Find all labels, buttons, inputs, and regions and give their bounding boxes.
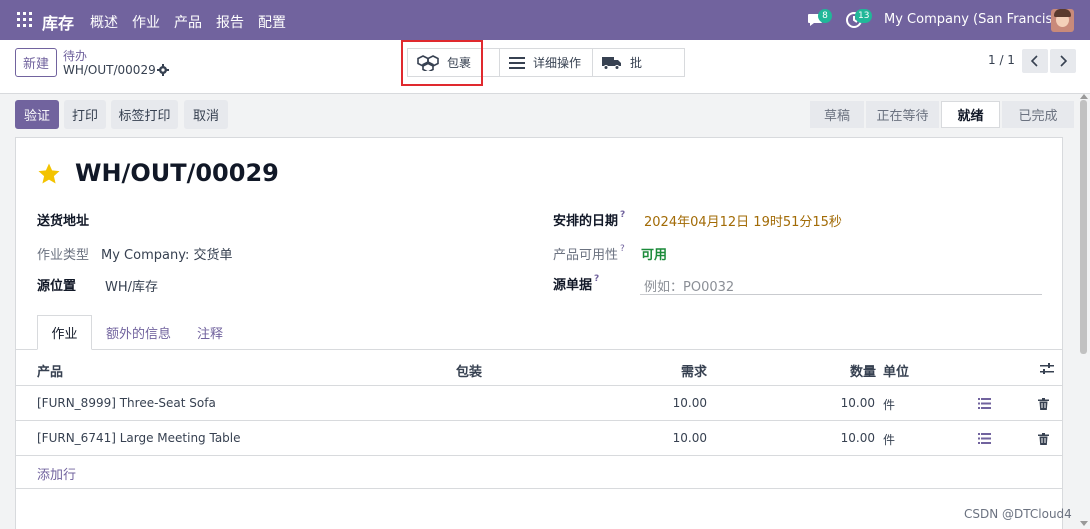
details-list-icon[interactable] (978, 398, 991, 409)
help-icon[interactable]: ? (620, 210, 625, 220)
star-icon[interactable] (37, 162, 61, 186)
lots-label: 批 (630, 56, 643, 70)
menu-item-products[interactable]: 产品 (174, 12, 202, 32)
tab-notes[interactable]: 注释 (197, 315, 223, 350)
details-list-icon[interactable] (978, 433, 991, 444)
column-quantity[interactable]: 数量 (850, 361, 876, 380)
detailed-operations-label: 详细操作 (533, 56, 582, 70)
column-packaging[interactable]: 包装 (456, 361, 482, 380)
source-document-label: 源单据? (553, 274, 600, 293)
stage-ready[interactable]: 就绪 (941, 101, 1000, 128)
validate-button[interactable]: 验证 (15, 100, 59, 129)
stage-done[interactable]: 已完成 (1002, 101, 1074, 128)
delivery-address-label: 送货地址 (37, 214, 90, 229)
demand-cell[interactable]: 10.00 (647, 431, 707, 445)
breadcrumb-current: WH/OUT/00029 (63, 63, 156, 77)
scroll-up-arrow[interactable] (1080, 94, 1088, 99)
pager-value[interactable]: 1 / 1 (988, 53, 1015, 67)
chevron-right-icon (1060, 55, 1067, 67)
menu-item-configuration[interactable]: 配置 (258, 12, 286, 32)
status-bar: 草稿 正在等待 就绪 已完成 (810, 101, 1076, 128)
availability-value: 可用 (641, 248, 668, 263)
menu-item-overview[interactable]: 概述 (90, 12, 118, 32)
row-divider (16, 420, 1062, 421)
demand-cell[interactable]: 10.00 (647, 396, 707, 410)
stage-draft[interactable]: 草稿 (810, 101, 864, 128)
header-divider (16, 385, 1062, 386)
trash-icon[interactable] (1038, 398, 1049, 410)
breadcrumb-parent[interactable]: 待办 (63, 47, 87, 64)
unit-cell[interactable]: 件 (883, 396, 895, 413)
scheduled-date-value[interactable]: 2024年04月12日 19时51分15秒 (644, 211, 842, 230)
menu-item-operations[interactable]: 作业 (132, 12, 160, 32)
detailed-operations-smart-button[interactable]: 详细操作 (500, 49, 593, 76)
app-name[interactable]: 库存 (42, 10, 74, 34)
optional-columns-icon[interactable] (1040, 363, 1054, 375)
control-panel: 新建 待办 WH/OUT/00029 包裹 详细操作 批 1 / 1 (0, 40, 1090, 94)
operation-type-value[interactable]: My Company: 交货单 (101, 244, 232, 263)
column-unit[interactable]: 单位 (883, 361, 909, 380)
operation-type-label: 作业类型 (37, 248, 90, 263)
top-navbar: 库存 概述 作业 产品 报告 配置 8 13 My Company (San F… (0, 0, 1090, 40)
print-button[interactable]: 打印 (64, 100, 106, 129)
form-sheet (15, 137, 1063, 529)
print-labels-button[interactable]: 标签打印 (111, 100, 178, 129)
source-location-label: 源位置 (37, 279, 77, 294)
add-line-link[interactable]: 添加行 (37, 464, 76, 483)
new-button[interactable]: 新建 (15, 48, 57, 77)
table-bottom-divider (16, 488, 1062, 489)
company-switcher[interactable]: My Company (San Francisco) (884, 12, 1072, 27)
messages-badge: 8 (818, 9, 832, 23)
row-divider (16, 455, 1062, 456)
availability-label: 产品可用性? (553, 244, 625, 263)
activities-badge: 13 (855, 9, 873, 23)
chevron-left-icon (1031, 55, 1038, 67)
trash-icon[interactable] (1038, 433, 1049, 445)
main-menu: 概述 作业 产品 报告 配置 (90, 12, 286, 32)
watermark: CSDN @DTCloud4 (964, 507, 1072, 521)
user-avatar[interactable] (1051, 9, 1074, 32)
vertical-scrollbar[interactable] (1080, 100, 1087, 354)
app-grid-icon[interactable] (17, 12, 32, 27)
record-title: WH/OUT/00029 (75, 159, 279, 187)
pager-previous-button[interactable] (1022, 49, 1048, 73)
pager-next-button[interactable] (1050, 49, 1076, 73)
menu-item-reports[interactable]: 报告 (216, 12, 244, 32)
quantity-cell[interactable]: 10.00 (815, 396, 875, 410)
list-icon (509, 56, 525, 69)
tab-operations[interactable]: 作业 (37, 315, 92, 350)
gear-icon[interactable] (157, 64, 169, 76)
scheduled-date-label: 安排的日期? (553, 210, 626, 229)
source-document-underline (640, 294, 1042, 295)
truck-icon (602, 56, 621, 70)
cancel-button[interactable]: 取消 (184, 100, 228, 129)
scroll-down-arrow[interactable] (1080, 521, 1088, 526)
help-icon[interactable]: ? (620, 244, 625, 254)
quantity-cell[interactable]: 10.00 (815, 431, 875, 445)
source-document-input[interactable]: 例如：PO0032 (644, 276, 734, 295)
tab-extra-info[interactable]: 额外的信息 (106, 315, 171, 350)
tabs-divider (16, 349, 1062, 350)
column-demand[interactable]: 需求 (681, 361, 707, 380)
column-product[interactable]: 产品 (37, 361, 63, 380)
product-cell[interactable]: [FURN_8999] Three-Seat Sofa (37, 396, 216, 410)
lots-smart-button[interactable]: 批 (593, 49, 684, 76)
annotation-highlight-box (401, 40, 483, 86)
source-location-value[interactable]: WH/库存 (105, 276, 158, 295)
stage-waiting[interactable]: 正在等待 (866, 101, 939, 128)
help-icon[interactable]: ? (594, 274, 599, 284)
unit-cell[interactable]: 件 (883, 431, 895, 448)
product-cell[interactable]: [FURN_6741] Large Meeting Table (37, 431, 241, 445)
